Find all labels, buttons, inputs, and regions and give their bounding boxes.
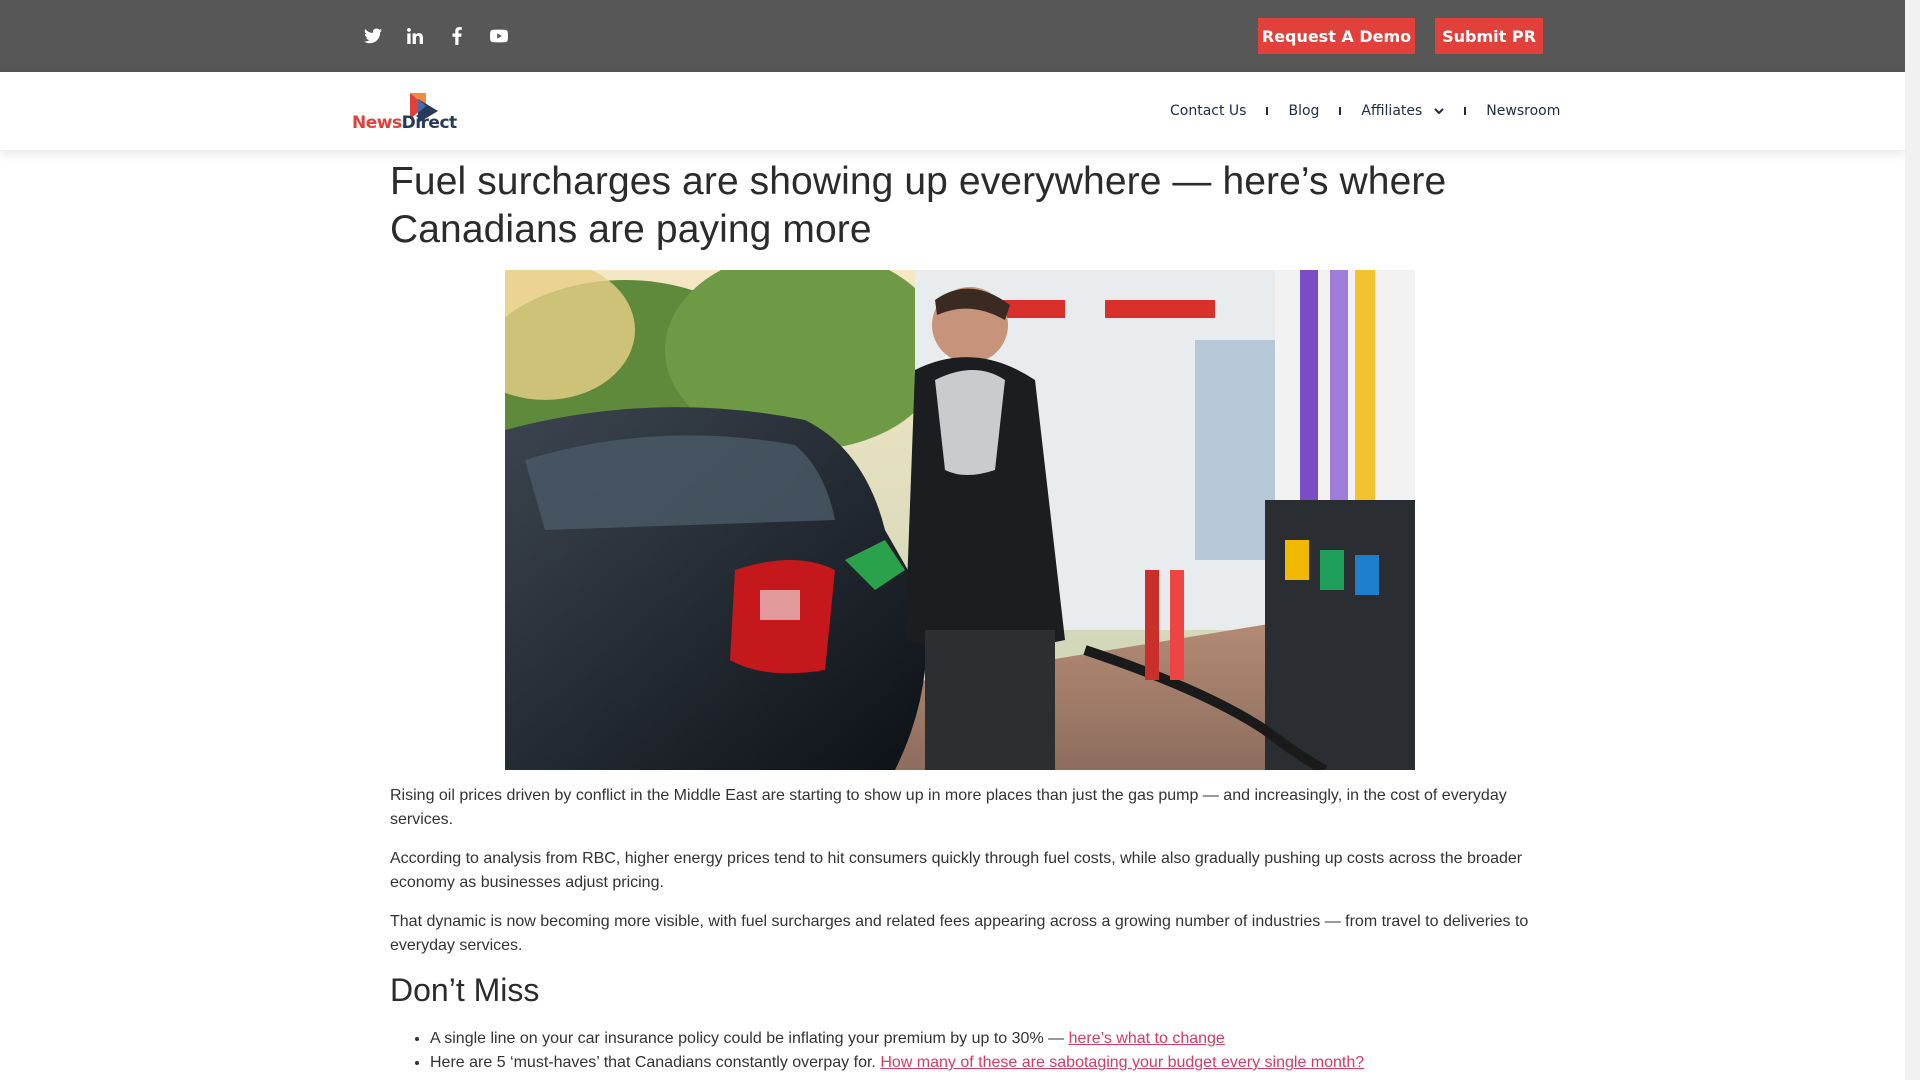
article-paragraph: Rising oil prices driven by conflict in … xyxy=(390,787,1507,828)
list-item-link[interactable]: How many of these are sabotaging your bu… xyxy=(880,1054,1364,1071)
linkedin-icon[interactable] xyxy=(394,22,436,50)
logo-wordmark: NewsDirect xyxy=(352,113,457,133)
list-item-text: Here are 5 ‘must-haves’ that Canadians c… xyxy=(430,1054,881,1071)
nav-contact-us[interactable]: Contact Us xyxy=(1170,103,1246,119)
article-headline: Fuel surcharges are showing up everywher… xyxy=(390,160,1447,251)
list-item-text: A single line on your car insurance poli… xyxy=(430,1030,1069,1047)
list-item: A single line on your car insurance poli… xyxy=(430,1027,1552,1051)
nav-newsroom[interactable]: Newsroom xyxy=(1486,103,1560,119)
main-nav: Contact Us Blog Affiliates Newsroom xyxy=(1170,98,1560,124)
facebook-icon[interactable] xyxy=(436,22,478,50)
nav-blog[interactable]: Blog xyxy=(1288,103,1319,119)
article-paragraph: That dynamic is now becoming more visibl… xyxy=(390,913,1529,954)
youtube-icon[interactable] xyxy=(478,22,520,50)
dont-miss-heading: Don’t Miss xyxy=(390,972,540,1008)
list-item: Here are 5 ‘must-haves’ that Canadians c… xyxy=(430,1051,1552,1075)
dont-miss-list: A single line on your car insurance poli… xyxy=(412,1027,1552,1075)
nav-separator xyxy=(1339,107,1342,115)
logo-direct-text: Direct xyxy=(401,113,458,133)
site-header: NewsDirect Contact Us Blog Affiliates Ne… xyxy=(0,72,1905,150)
top-bar: Request A Demo Submit PR xyxy=(0,0,1905,72)
submit-pr-button[interactable]: Submit PR xyxy=(1435,18,1543,54)
list-item-link[interactable]: here’s what to change xyxy=(1069,1030,1225,1047)
scrollbar[interactable] xyxy=(1905,0,1920,1080)
article-body: Rising oil prices driven by conflict in … xyxy=(390,784,1540,973)
twitter-icon[interactable] xyxy=(352,22,394,50)
social-links xyxy=(352,22,520,50)
nav-separator xyxy=(1464,107,1467,115)
request-demo-button[interactable]: Request A Demo xyxy=(1258,18,1415,54)
hero-image xyxy=(505,270,1415,770)
newsdirect-logo[interactable]: NewsDirect xyxy=(352,89,466,135)
nav-separator xyxy=(1266,107,1269,115)
chevron-down-icon xyxy=(1434,108,1445,115)
article-paragraph: According to analysis from RBC, higher e… xyxy=(390,850,1523,891)
article: Fuel surcharges are showing up everywher… xyxy=(390,150,1550,254)
nav-affiliates[interactable]: Affiliates xyxy=(1361,103,1445,119)
nav-affiliates-label: Affiliates xyxy=(1361,103,1423,119)
logo-news-text: News xyxy=(352,113,402,133)
